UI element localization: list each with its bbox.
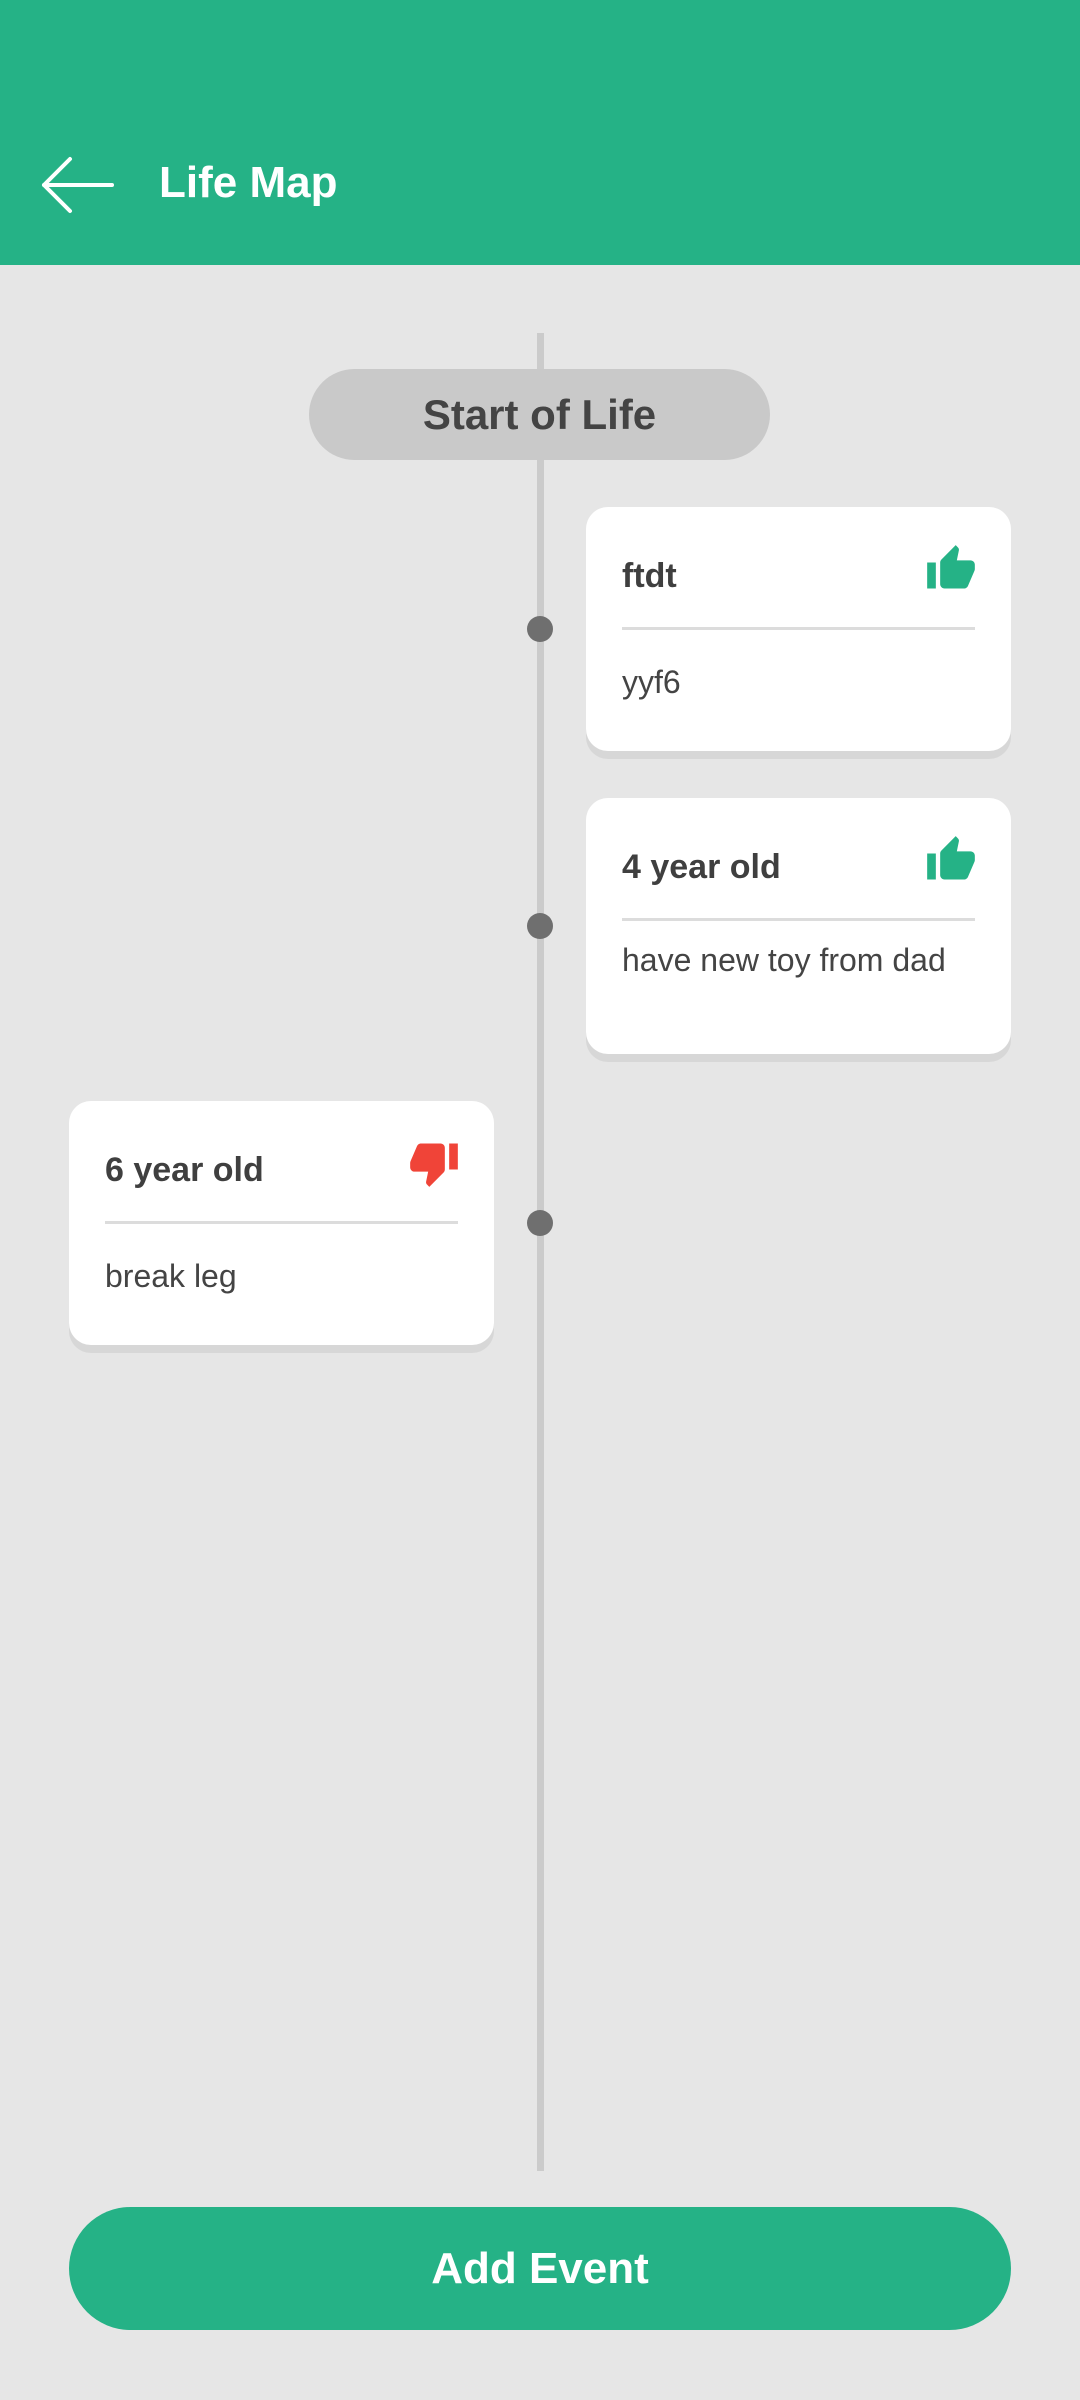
card-divider <box>622 627 975 630</box>
card-divider <box>622 918 975 921</box>
event-description: have new toy from dad <box>622 942 946 978</box>
arrow-left-icon <box>42 157 114 213</box>
card-divider <box>105 1221 458 1224</box>
event-title: 6 year old <box>105 1151 264 1189</box>
event-card[interactable]: ftdt yyf6 <box>586 507 1011 751</box>
event-title: 4 year old <box>622 848 781 886</box>
back-button[interactable] <box>40 155 115 215</box>
timeline-dot <box>527 913 553 939</box>
start-of-life-label: Start of Life <box>309 369 770 460</box>
thumbs-up-icon <box>927 836 975 880</box>
thumbs-down-icon <box>410 1143 458 1187</box>
event-card[interactable]: 4 year old have new toy from dad <box>586 798 1011 1054</box>
event-description: yyf6 <box>622 664 681 700</box>
timeline-dot <box>527 1210 553 1236</box>
timeline-line <box>537 333 544 2171</box>
app-bar: Life Map <box>0 0 1080 265</box>
event-title: ftdt <box>622 557 677 595</box>
timeline-dot <box>527 616 553 642</box>
event-description: break leg <box>105 1258 237 1294</box>
add-event-button[interactable]: Add Event <box>69 2207 1011 2330</box>
thumbs-up-icon <box>927 545 975 589</box>
page-title: Life Map <box>159 158 338 207</box>
event-card[interactable]: 6 year old break leg <box>69 1101 494 1345</box>
